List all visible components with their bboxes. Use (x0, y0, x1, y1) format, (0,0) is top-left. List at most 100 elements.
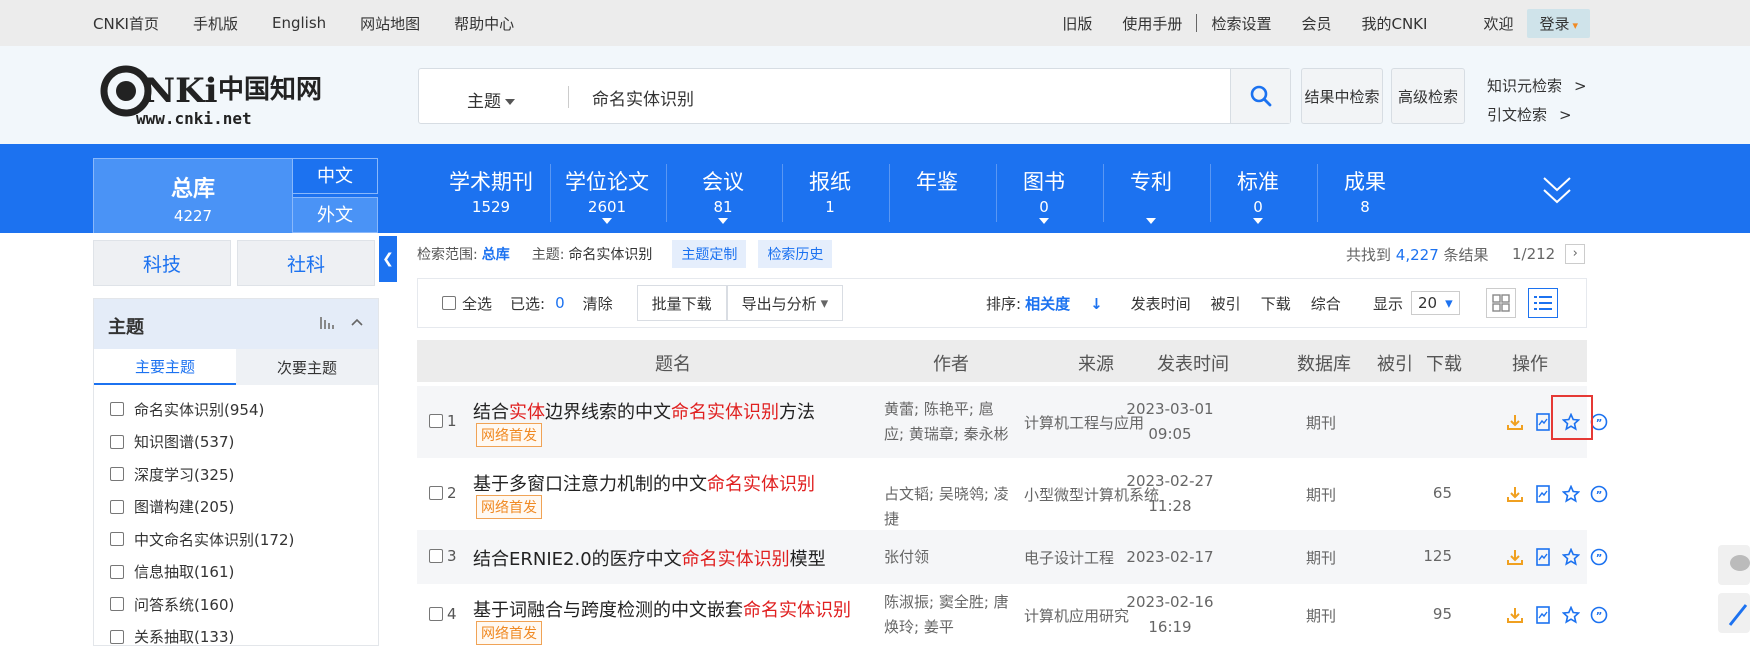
list-view-button[interactable] (1527, 288, 1558, 318)
grid-view-button[interactable] (1485, 288, 1516, 318)
quote-icon[interactable]: ” (1590, 548, 1608, 566)
author-links[interactable]: 陈淑振; 窦全胜; 唐焕玲; 姜平 (884, 590, 1012, 640)
tab-zongku[interactable]: 总库 4227 (93, 158, 293, 233)
batch-download-button[interactable]: 批量下载 (636, 285, 727, 321)
caret-down-icon[interactable] (1146, 218, 1156, 224)
nav-tab-1[interactable]: 学位论文 2601 (548, 166, 666, 224)
link-cnki-home[interactable]: CNKI首页 (93, 13, 159, 34)
link-member[interactable]: 会员 (1301, 13, 1331, 34)
caret-down-icon[interactable] (1039, 218, 1049, 224)
knowledge-search-link[interactable]: 知识元检索 > (1487, 72, 1587, 101)
download-icon[interactable] (1506, 606, 1524, 624)
topic-checkbox[interactable] (110, 499, 124, 514)
download-icon[interactable] (1506, 485, 1524, 503)
nav-tab-3[interactable]: 报纸 1 (771, 166, 889, 216)
chat-icon[interactable] (1718, 545, 1750, 585)
edit-icon[interactable] (1718, 593, 1750, 633)
topic-custom-button[interactable]: 主题定制 (672, 240, 747, 268)
quote-icon[interactable]: ” (1590, 606, 1608, 624)
caret-down-icon[interactable] (718, 218, 728, 224)
search-button[interactable] (1230, 69, 1290, 123)
topic-checkbox[interactable] (110, 402, 124, 417)
star-icon[interactable] (1562, 548, 1580, 566)
sort-cited[interactable]: 被引 (1211, 293, 1241, 314)
lang-foreign-tab[interactable]: 外文 (292, 197, 378, 233)
row-checkbox[interactable] (429, 414, 443, 428)
html-read-icon[interactable] (1534, 606, 1552, 624)
nav-tab-4[interactable]: 年鉴 (878, 166, 996, 216)
search-input[interactable]: 命名实体识别 (592, 85, 694, 110)
link-old-version[interactable]: 旧版 (1062, 13, 1092, 34)
row-checkbox[interactable] (429, 549, 443, 563)
article-title-link[interactable]: 结合ERNIE2.0的医疗中文命名实体识别模型 (473, 545, 826, 571)
topic-item[interactable]: 信息抽取(161) (110, 556, 378, 589)
sort-downloads[interactable]: 下载 (1261, 293, 1291, 314)
topic-item[interactable]: 命名实体识别(954) (110, 393, 378, 426)
topic-checkbox[interactable] (110, 467, 124, 482)
nav-tab-0[interactable]: 学术期刊 1529 (432, 166, 550, 216)
topic-checkbox[interactable] (110, 532, 124, 547)
next-page-button[interactable]: › (1565, 244, 1586, 264)
topic-checkbox[interactable] (110, 564, 124, 579)
star-icon[interactable] (1562, 606, 1580, 624)
download-icon[interactable] (1506, 413, 1524, 431)
article-title-link[interactable]: 结合实体边界线索的中文命名实体识别方法 (473, 398, 815, 424)
link-search-settings[interactable]: 检索设置 (1211, 13, 1271, 34)
html-read-icon[interactable] (1534, 485, 1552, 503)
lang-chinese-tab[interactable]: 中文 (292, 158, 378, 194)
chevron-up-icon[interactable] (350, 317, 364, 327)
select-all-checkbox[interactable] (442, 296, 456, 310)
topic-checkbox[interactable] (110, 597, 124, 612)
topic-item[interactable]: 中文命名实体识别(172) (110, 523, 378, 556)
quote-icon[interactable]: ” (1590, 485, 1608, 503)
link-my-cnki[interactable]: 我的CNKI (1361, 13, 1427, 34)
link-sitemap[interactable]: 网站地图 (360, 13, 420, 34)
nav-tab-6[interactable]: 专利 (1092, 166, 1210, 224)
nav-tab-5[interactable]: 图书 0 (985, 166, 1103, 224)
tab-main-topic[interactable]: 主要主题 (94, 349, 236, 385)
caret-down-icon[interactable] (602, 218, 612, 224)
scope-value[interactable]: 总库 (482, 244, 510, 264)
caret-down-icon[interactable] (1253, 218, 1263, 224)
topic-checkbox[interactable] (110, 434, 124, 449)
search-in-results-button[interactable]: 结果中检索 (1301, 68, 1383, 124)
topic-item[interactable]: 图谱构建(205) (110, 491, 378, 524)
page-size-select[interactable]: 20 ▾ (1411, 291, 1460, 315)
download-icon[interactable] (1506, 548, 1524, 566)
sort-date[interactable]: 发表时间 (1131, 293, 1191, 314)
citation-search-link[interactable]: 引文检索 > (1487, 101, 1587, 130)
article-title-link[interactable]: 基于多窗口注意力机制的中文命名实体识别 (473, 470, 815, 496)
category-tech-tab[interactable]: 科技 (93, 240, 231, 286)
advanced-search-button[interactable]: 高级检索 (1391, 68, 1465, 124)
tab-sub-topic[interactable]: 次要主题 (236, 349, 378, 385)
topic-checkbox[interactable] (110, 629, 124, 644)
cnki-logo[interactable]: NKi 中国知网 www.cnki.net (96, 64, 326, 128)
nav-tab-7[interactable]: 标准 0 (1199, 166, 1317, 224)
link-english[interactable]: English (272, 14, 326, 32)
search-type-select[interactable]: 主题 (467, 87, 515, 112)
export-analysis-button[interactable]: 导出与分析 ▾ (726, 285, 844, 321)
author-links[interactable]: 黄蕾; 陈艳平; 扈应; 黄瑞章; 秦永彬 (884, 397, 1012, 447)
link-manual[interactable]: 使用手册 (1122, 13, 1182, 34)
topic-item[interactable]: 关系抽取(133) (110, 621, 378, 646)
sort-overall[interactable]: 综合 (1311, 293, 1341, 314)
login-button[interactable]: 登录 ▾ (1527, 8, 1590, 38)
link-mobile[interactable]: 手机版 (193, 13, 238, 34)
clear-button[interactable]: 清除 (583, 293, 613, 314)
star-icon[interactable] (1562, 485, 1580, 503)
collapse-sidebar-button[interactable]: ❮ (379, 236, 397, 282)
article-title-link[interactable]: 基于词融合与跨度检测的中文嵌套命名实体识别 (473, 596, 851, 622)
topic-item[interactable]: 深度学习(325) (110, 458, 378, 491)
nav-tab-2[interactable]: 会议 81 (664, 166, 782, 224)
row-checkbox[interactable] (429, 486, 443, 500)
html-read-icon[interactable] (1534, 548, 1552, 566)
bar-chart-icon[interactable] (320, 315, 336, 329)
html-read-icon[interactable] (1534, 413, 1552, 431)
topic-item[interactable]: 知识图谱(537) (110, 426, 378, 459)
author-links[interactable]: 张付领 (884, 545, 1012, 570)
topic-item[interactable]: 问答系统(160) (110, 588, 378, 621)
row-checkbox[interactable] (429, 607, 443, 621)
category-social-tab[interactable]: 社科 (237, 240, 375, 286)
nav-tab-8[interactable]: 成果 8 (1306, 166, 1424, 216)
expand-more-icon[interactable] (1542, 174, 1572, 212)
